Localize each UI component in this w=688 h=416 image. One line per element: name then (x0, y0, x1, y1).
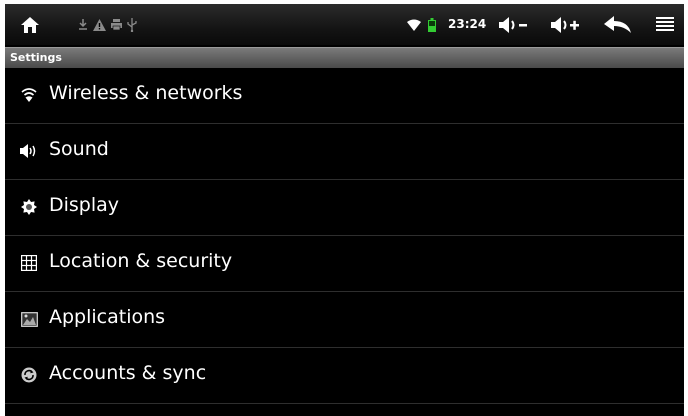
settings-item-label: Applications (49, 306, 166, 328)
settings-item-location-security[interactable]: Location & security (5, 236, 684, 292)
settings-item-label: Sound (49, 138, 109, 160)
volume-down-icon[interactable] (493, 4, 533, 45)
volume-up-icon[interactable] (545, 4, 585, 45)
sync-icon (19, 365, 39, 385)
title-bar: Settings (5, 47, 684, 68)
status-bar: 23:24 (5, 4, 684, 45)
wifi-icon (19, 85, 39, 105)
settings-item-wireless[interactable]: Wireless & networks (5, 68, 684, 124)
grid-lock-icon (19, 253, 39, 273)
settings-list: Wireless & networks Sound Display Locati… (5, 68, 684, 404)
menu-icon[interactable] (653, 4, 677, 45)
wifi-signal-icon (406, 4, 422, 45)
usb-icon (127, 4, 137, 45)
settings-item-applications[interactable]: Applications (5, 292, 684, 348)
status-clock: 23:24 (448, 17, 487, 31)
warning-icon (93, 4, 106, 45)
device-screen: 23:24 Settings Wireless & networks Sound… (5, 4, 684, 416)
back-icon[interactable] (601, 4, 635, 45)
settings-item-label: Location & security (49, 250, 233, 272)
printer-icon (111, 4, 122, 45)
download-icon (78, 4, 88, 45)
settings-item-display[interactable]: Display (5, 180, 684, 236)
page-title: Settings (10, 51, 62, 64)
applications-icon (19, 309, 39, 329)
settings-item-sound[interactable]: Sound (5, 124, 684, 180)
battery-icon (426, 4, 438, 45)
speaker-icon (19, 141, 39, 161)
settings-item-label: Accounts & sync (49, 362, 207, 384)
settings-item-label: Display (49, 194, 120, 216)
brightness-icon (19, 197, 39, 217)
settings-item-accounts-sync[interactable]: Accounts & sync (5, 348, 684, 404)
settings-item-label: Wireless & networks (49, 82, 243, 104)
home-icon[interactable] (15, 4, 45, 45)
